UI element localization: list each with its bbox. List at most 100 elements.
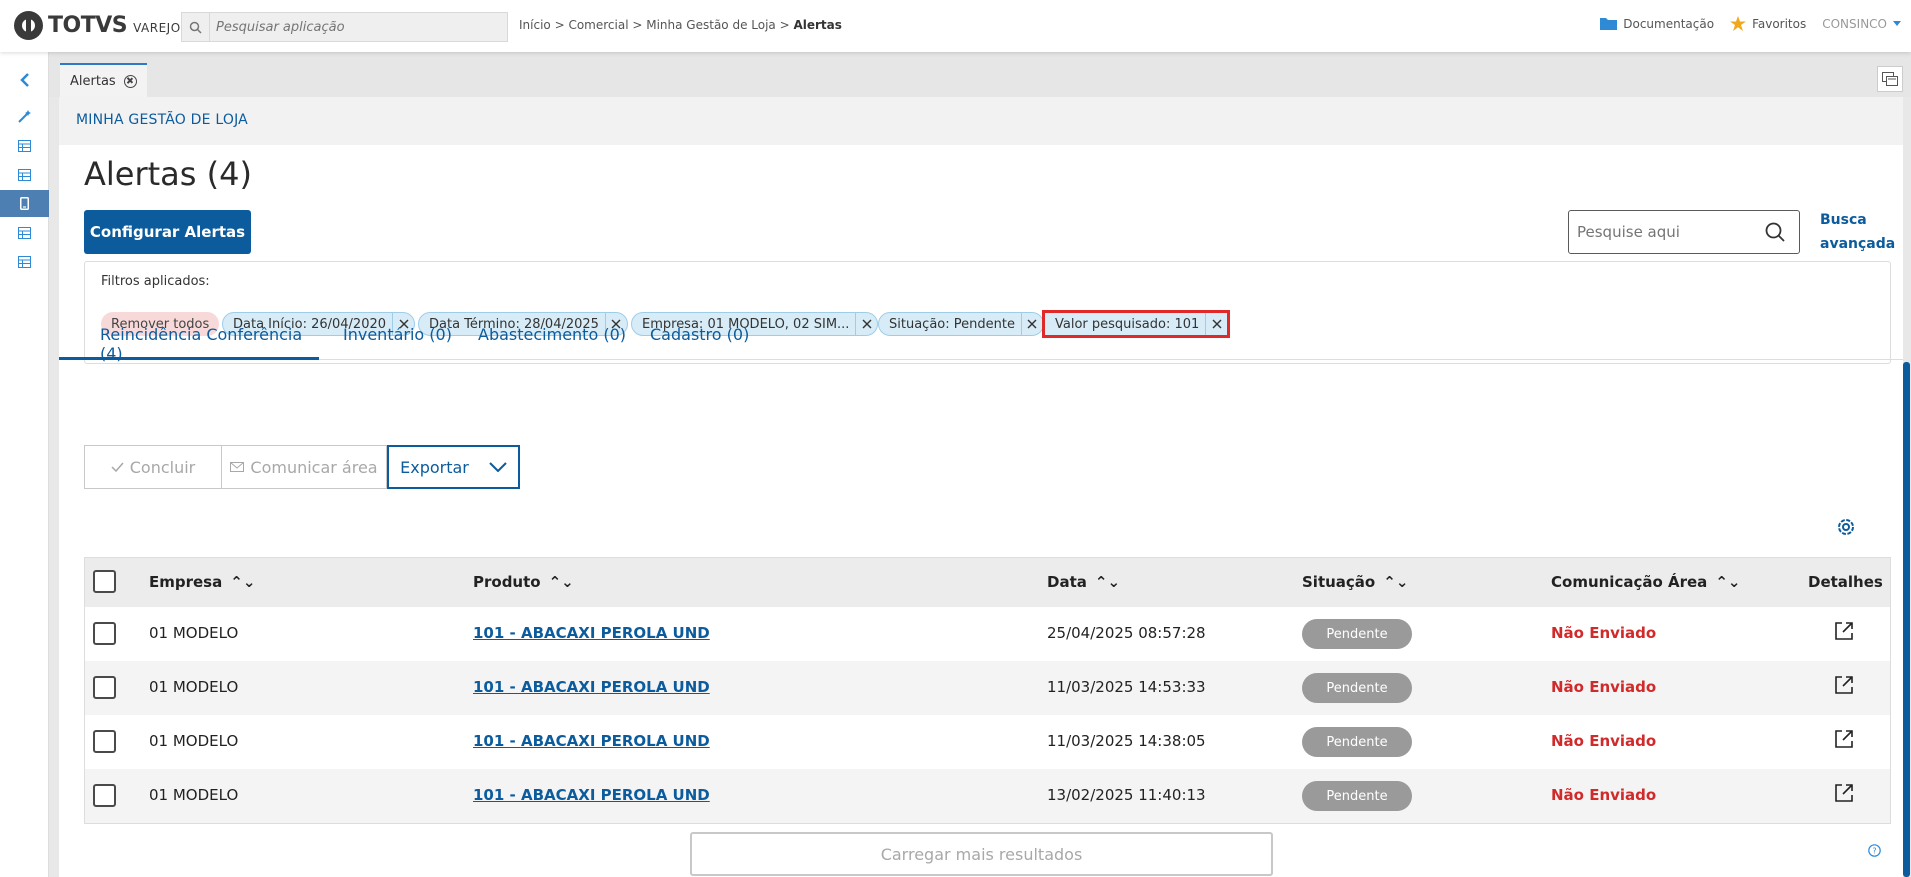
cell-produto-link[interactable]: 101 - ABACAXI PEROLA UND <box>473 624 710 642</box>
search-input[interactable] <box>1569 223 1759 241</box>
collapse-sidebar-button[interactable] <box>0 66 49 93</box>
details-button[interactable] <box>1834 675 1854 699</box>
breadcrumb-item-gestao[interactable]: Minha Gestão de Loja <box>646 18 776 32</box>
row-checkbox[interactable] <box>93 676 116 699</box>
cell-comunicacao: Não Enviado <box>1551 786 1657 804</box>
cell-empresa: 01 MODELO <box>149 786 239 804</box>
tab-inventario[interactable]: Inventário (0) <box>343 325 452 360</box>
sort-icon: ⌃⌄ <box>1383 573 1409 591</box>
advanced-search-link[interactable]: Busca avançada <box>1820 208 1895 256</box>
sidebar-item-table-3[interactable] <box>0 219 49 246</box>
row-checkbox[interactable] <box>93 730 116 753</box>
favorites-link[interactable]: Favoritos <box>1730 16 1806 31</box>
cell-produto-link[interactable]: 101 - ABACAXI PEROLA UND <box>473 786 710 804</box>
user-menu[interactable]: CONSINCO <box>1822 17 1901 31</box>
search-icon[interactable] <box>1765 222 1785 242</box>
tab-abastecimento[interactable]: Abastecimento (0) <box>478 325 626 360</box>
cell-empresa: 01 MODELO <box>149 624 239 642</box>
cell-data: 11/03/2025 14:53:33 <box>1047 678 1206 696</box>
cell-data: 11/03/2025 14:38:05 <box>1047 732 1206 750</box>
chevron-down-icon <box>489 462 507 472</box>
logo-sub: VAREJO <box>133 20 181 35</box>
communicate-area-button[interactable]: Comunicar área <box>221 445 387 489</box>
top-right-links: Documentação Favoritos CONSINCO <box>1600 16 1901 31</box>
table-row: 01 MODELO 101 - ABACAXI PEROLA UND 11/03… <box>85 661 1890 715</box>
alerts-table: Empresa ⌃⌄ Produto ⌃⌄ Data ⌃⌄ Situação ⌃⌄ Co… <box>84 557 1891 824</box>
load-more-button[interactable]: Carregar mais resultados <box>690 832 1273 876</box>
quick-search <box>1568 210 1800 254</box>
folder-icon <box>1600 17 1618 30</box>
cell-empresa: 01 MODELO <box>149 732 239 750</box>
filters-label: Filtros aplicados: <box>101 274 210 289</box>
user-name: CONSINCO <box>1822 16 1887 31</box>
totvs-logo[interactable]: TOTVS VAREJO <box>14 11 181 40</box>
table-icon <box>18 139 31 152</box>
sidebar-item-table-2[interactable] <box>0 161 49 188</box>
select-all-checkbox[interactable] <box>93 570 116 593</box>
status-badge: Pendente <box>1302 781 1412 811</box>
module-header: MINHA GESTÃO DE LOJA <box>59 97 1903 145</box>
close-icon[interactable] <box>123 74 137 88</box>
details-button[interactable] <box>1834 783 1854 807</box>
cell-produto-link[interactable]: 101 - ABACAXI PEROLA UND <box>473 732 710 750</box>
row-checkbox[interactable] <box>93 784 116 807</box>
cell-data: 25/04/2025 08:57:28 <box>1047 624 1206 642</box>
tab-cadastro[interactable]: Cadastro (0) <box>650 325 749 360</box>
svg-text:?: ? <box>1872 847 1876 856</box>
sidebar-item-table-4[interactable] <box>0 248 49 275</box>
documentation-label: Documentação <box>1623 16 1715 31</box>
breadcrumb-item-comercial[interactable]: Comercial <box>568 18 628 32</box>
cell-empresa: 01 MODELO <box>149 678 239 696</box>
table-row: 01 MODELO 101 - ABACAXI PEROLA UND 13/02… <box>85 769 1890 823</box>
status-badge: Pendente <box>1302 727 1412 757</box>
conclude-button[interactable]: Concluir <box>84 445 222 489</box>
wand-icon <box>18 110 31 123</box>
status-badge: Pendente <box>1302 619 1412 649</box>
table-row: 01 MODELO 101 - ABACAXI PEROLA UND 11/03… <box>85 715 1890 769</box>
tab-reincidencia[interactable]: Reincidência Conferência (4) <box>59 325 319 363</box>
window-list-button[interactable] <box>1877 66 1903 92</box>
cell-comunicacao: Não Enviado <box>1551 678 1657 696</box>
doc-tab-alertas[interactable]: Alertas <box>60 63 147 97</box>
favorites-label: Favoritos <box>1752 16 1807 31</box>
documentation-link[interactable]: Documentação <box>1600 17 1714 31</box>
help-icon: ? <box>1868 844 1881 857</box>
document-tab-strip: Alertas <box>49 52 1911 97</box>
external-link-icon <box>1835 622 1853 640</box>
scrollbar[interactable] <box>1903 362 1910 877</box>
column-header-data[interactable]: Data ⌃⌄ <box>1047 573 1120 591</box>
export-button[interactable]: Exportar <box>387 445 520 489</box>
search-icon[interactable] <box>182 13 210 41</box>
configure-alerts-button[interactable]: Configurar Alertas <box>84 210 251 254</box>
details-button[interactable] <box>1834 729 1854 753</box>
row-checkbox[interactable] <box>93 622 116 645</box>
details-button[interactable] <box>1834 621 1854 645</box>
sidebar-item-tools[interactable] <box>0 103 49 130</box>
column-header-comunicacao[interactable]: Comunicação Área ⌃⌄ <box>1551 573 1740 591</box>
sort-icon: ⌃⌄ <box>1094 573 1121 591</box>
table-icon <box>18 226 31 239</box>
cell-comunicacao: Não Enviado <box>1551 732 1657 750</box>
caret-down-icon <box>1893 21 1901 26</box>
mobile-icon <box>20 197 29 210</box>
sidebar-item-table-1[interactable] <box>0 132 49 159</box>
help-button[interactable]: ? <box>1868 842 1881 861</box>
column-header-situacao[interactable]: Situação ⌃⌄ <box>1302 573 1408 591</box>
column-header-produto[interactable]: Produto ⌃⌄ <box>473 573 574 591</box>
cell-comunicacao: Não Enviado <box>1551 624 1657 642</box>
breadcrumb: Início > Comercial > Minha Gestão de Loj… <box>519 18 842 32</box>
breadcrumb-item-inicio[interactable]: Início <box>519 18 551 32</box>
app-search-input[interactable] <box>210 19 500 35</box>
column-header-empresa[interactable]: Empresa ⌃⌄ <box>149 573 255 591</box>
app-search <box>181 12 508 42</box>
table-icon <box>18 168 31 181</box>
cell-produto-link[interactable]: 101 - ABACAXI PEROLA UND <box>473 678 710 696</box>
external-link-icon <box>1835 730 1853 748</box>
table-settings-button[interactable] <box>1835 516 1857 542</box>
check-icon <box>111 462 124 472</box>
logo-word: TOTVS <box>48 13 128 38</box>
gear-icon <box>1838 519 1854 535</box>
sidebar-item-mobile[interactable] <box>0 190 49 217</box>
alert-type-tabs: Reincidência Conferência (4) Inventário … <box>59 315 1903 363</box>
breadcrumb-item-current: Alertas <box>793 18 842 32</box>
